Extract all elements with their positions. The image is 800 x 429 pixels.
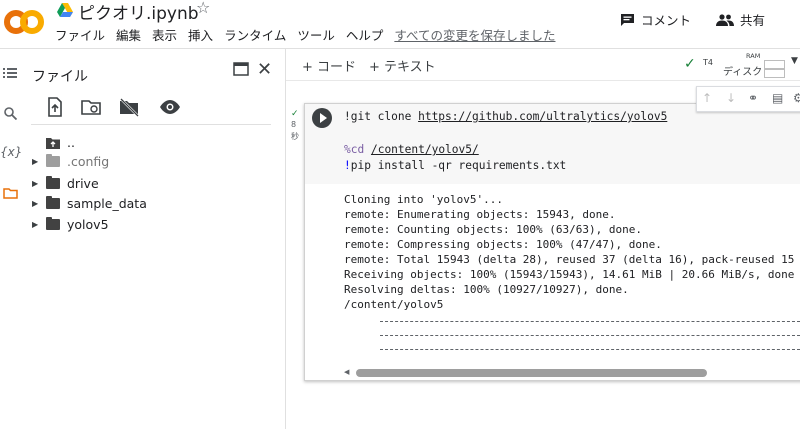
- tree-item-label: ..: [67, 134, 75, 150]
- output-line: Resolving deltas: 100% (10927/10927), do…: [344, 283, 629, 296]
- execution-time-unit: 秒: [291, 132, 299, 141]
- table-of-contents-icon[interactable]: [0, 67, 20, 83]
- tree-item-label: sample_data: [67, 195, 147, 211]
- menu-edit[interactable]: 編集: [116, 25, 141, 44]
- tree-item-yolov5[interactable]: ▶ yolov5: [32, 214, 109, 234]
- unmount-drive-icon[interactable]: [118, 96, 140, 118]
- folder-icon: [46, 216, 60, 230]
- comment-icon: [621, 13, 634, 26]
- menu-view[interactable]: 表示: [152, 25, 177, 44]
- refresh-folder-icon[interactable]: [80, 96, 102, 118]
- move-up-icon[interactable]: ↑: [702, 91, 712, 105]
- people-icon: [716, 13, 734, 26]
- menu-runtime[interactable]: ランタイム: [224, 25, 286, 44]
- execution-time: 8: [291, 120, 297, 129]
- comment-label: コメント: [641, 13, 692, 28]
- save-status-link[interactable]: すべての変更を保存しました: [394, 25, 555, 44]
- tree-item-parent[interactable]: ..: [32, 132, 75, 152]
- expand-arrow-icon[interactable]: ▶: [32, 199, 46, 208]
- disk-label: ディスク: [723, 67, 763, 78]
- menu-bar: ファイル 編集 表示 挿入 ランタイム ツール ヘルプ すべての変更を保存しまし…: [55, 25, 567, 44]
- star-icon[interactable]: ☆: [196, 0, 210, 17]
- menu-file[interactable]: ファイル: [55, 25, 105, 44]
- folder-up-icon: [46, 137, 60, 149]
- search-icon[interactable]: [0, 107, 20, 124]
- add-text-cell-button[interactable]: + テキスト: [369, 56, 436, 75]
- horizontal-scrollbar-thumb[interactable]: [356, 369, 707, 377]
- files-divider: [31, 124, 271, 125]
- run-cell-button[interactable]: [312, 108, 332, 128]
- disk-meter[interactable]: [764, 69, 785, 78]
- output-line: /content/yolov5: [344, 298, 444, 311]
- colab-logo[interactable]: [4, 4, 44, 40]
- folder-icon: [46, 195, 60, 209]
- tree-item-config[interactable]: ▶ .config: [32, 151, 109, 171]
- progress-separator: [380, 349, 800, 350]
- tree-item-label: drive: [67, 175, 99, 191]
- upload-file-icon[interactable]: [44, 96, 66, 118]
- ram-label: RAM: [746, 52, 761, 60]
- share-button[interactable]: 共有: [716, 10, 765, 29]
- folder-icon: [46, 175, 60, 189]
- chevron-down-icon[interactable]: ▼: [791, 56, 798, 66]
- show-hidden-files-icon[interactable]: [159, 96, 181, 118]
- settings-icon[interactable]: ⚙: [793, 91, 800, 105]
- code-magic: %cd: [344, 143, 365, 156]
- tree-item-label: yolov5: [67, 216, 109, 232]
- output-line: remote: Enumerating objects: 15943, done…: [344, 208, 616, 221]
- code-text: pip install -qr requirements.txt: [350, 159, 567, 172]
- expand-arrow-icon[interactable]: ▶: [32, 179, 46, 188]
- code-link[interactable]: https://github.com/ultralytics/yolov5: [418, 110, 667, 123]
- menu-help[interactable]: ヘルプ: [346, 25, 384, 44]
- toolbar-divider: [286, 80, 800, 81]
- output-line: remote: Counting objects: 100% (63/63), …: [344, 223, 643, 236]
- connected-check-icon[interactable]: ✓: [684, 56, 696, 72]
- share-label: 共有: [740, 13, 766, 28]
- google-drive-icon[interactable]: [57, 3, 73, 17]
- left-rail: {x}: [0, 49, 26, 429]
- tree-item-sample-data[interactable]: ▶ sample_data: [32, 193, 147, 213]
- code-line: %cd /content/yolov5/: [344, 143, 479, 156]
- link-icon[interactable]: ⚭: [748, 91, 758, 105]
- menu-insert[interactable]: 挿入: [188, 25, 213, 44]
- menu-tools[interactable]: ツール: [297, 25, 335, 44]
- files-icon[interactable]: [0, 187, 20, 203]
- notebook-title[interactable]: ピクオリ.ipynb: [78, 0, 199, 24]
- code-line: !git clone https://github.com/ultralytic…: [344, 110, 667, 123]
- ram-meter[interactable]: [764, 60, 785, 69]
- files-panel-title: ファイル: [32, 69, 88, 85]
- comment-icon[interactable]: ▤: [772, 91, 783, 105]
- variables-icon[interactable]: {x}: [0, 145, 22, 159]
- tree-item-drive[interactable]: ▶ drive: [32, 173, 99, 193]
- add-code-cell-button[interactable]: + コード: [302, 56, 356, 75]
- comment-button[interactable]: コメント: [620, 10, 691, 29]
- code-bang: !: [344, 159, 351, 172]
- move-down-icon[interactable]: ↓: [726, 91, 736, 105]
- scroll-left-icon[interactable]: ◀: [344, 368, 349, 376]
- code-path-link[interactable]: /content/yolov5/: [371, 143, 479, 156]
- runtime-gpu-label[interactable]: T4: [703, 58, 713, 67]
- output-line: remote: Compressing objects: 100% (47/47…: [344, 238, 662, 251]
- expand-arrow-icon[interactable]: ▶: [32, 157, 46, 166]
- expand-arrow-icon[interactable]: ▶: [32, 220, 46, 229]
- progress-separator: [380, 321, 800, 322]
- folder-icon: [46, 153, 60, 167]
- code-text: !git clone: [344, 110, 419, 123]
- output-line: Cloning into 'yolov5'...: [344, 193, 503, 206]
- cell-toolbar: ↑ ↓ ⚭ ▤ ⚙: [696, 86, 800, 112]
- code-line: !pip install -qr requirements.txt: [344, 159, 566, 172]
- execution-success-icon: ✓: [291, 109, 299, 119]
- tree-item-label: .config: [67, 153, 110, 169]
- progress-separator: [380, 335, 800, 336]
- output-line: Receiving objects: 100% (15943/15943), 1…: [344, 268, 795, 281]
- close-icon[interactable]: ✕: [257, 59, 272, 80]
- maximize-panel-icon[interactable]: [233, 62, 249, 76]
- output-line: remote: Total 15943 (delta 28), reused 3…: [344, 253, 795, 266]
